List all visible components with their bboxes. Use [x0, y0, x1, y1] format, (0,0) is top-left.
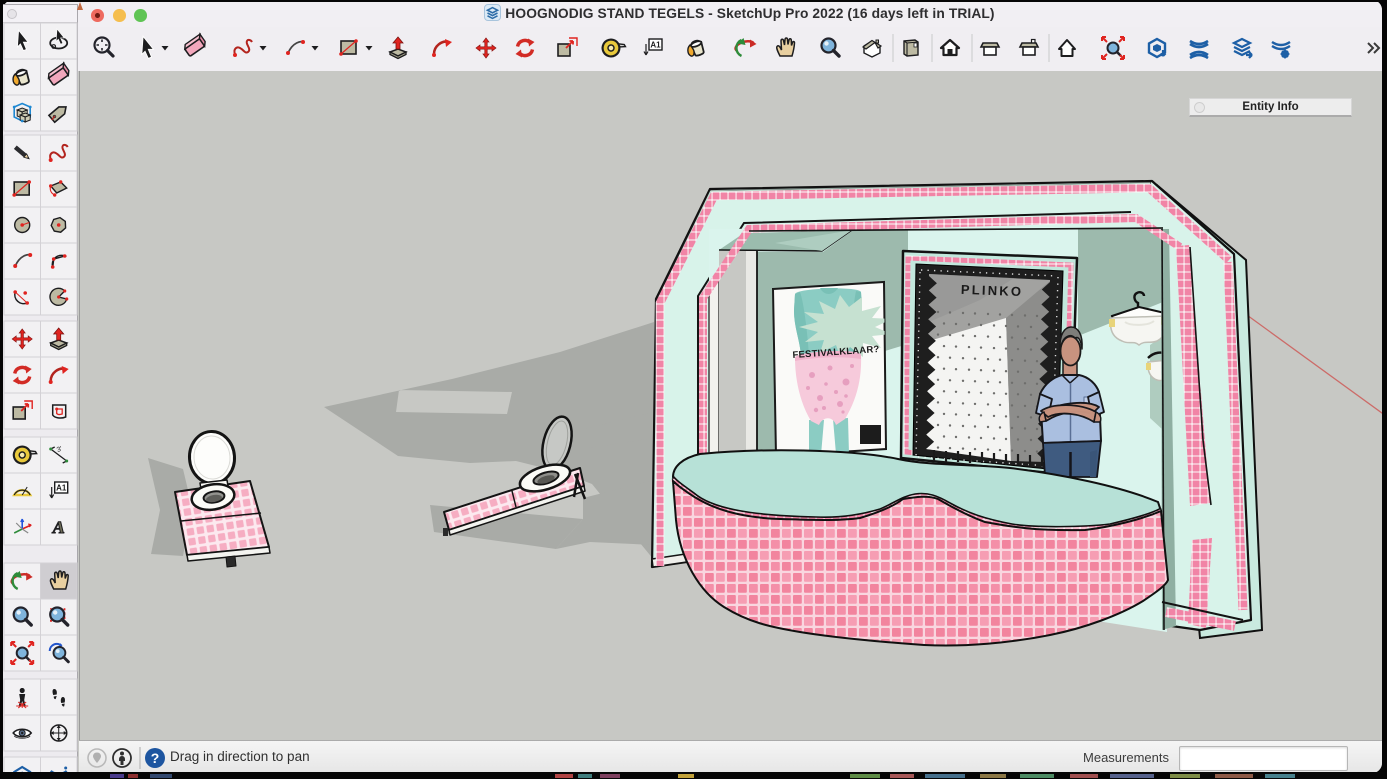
- svg-text:A1: A1: [56, 484, 67, 493]
- svg-text:A1: A1: [650, 41, 661, 50]
- svg-text:?: ?: [151, 750, 160, 766]
- svg-text:PLINKO: PLINKO: [961, 282, 1024, 299]
